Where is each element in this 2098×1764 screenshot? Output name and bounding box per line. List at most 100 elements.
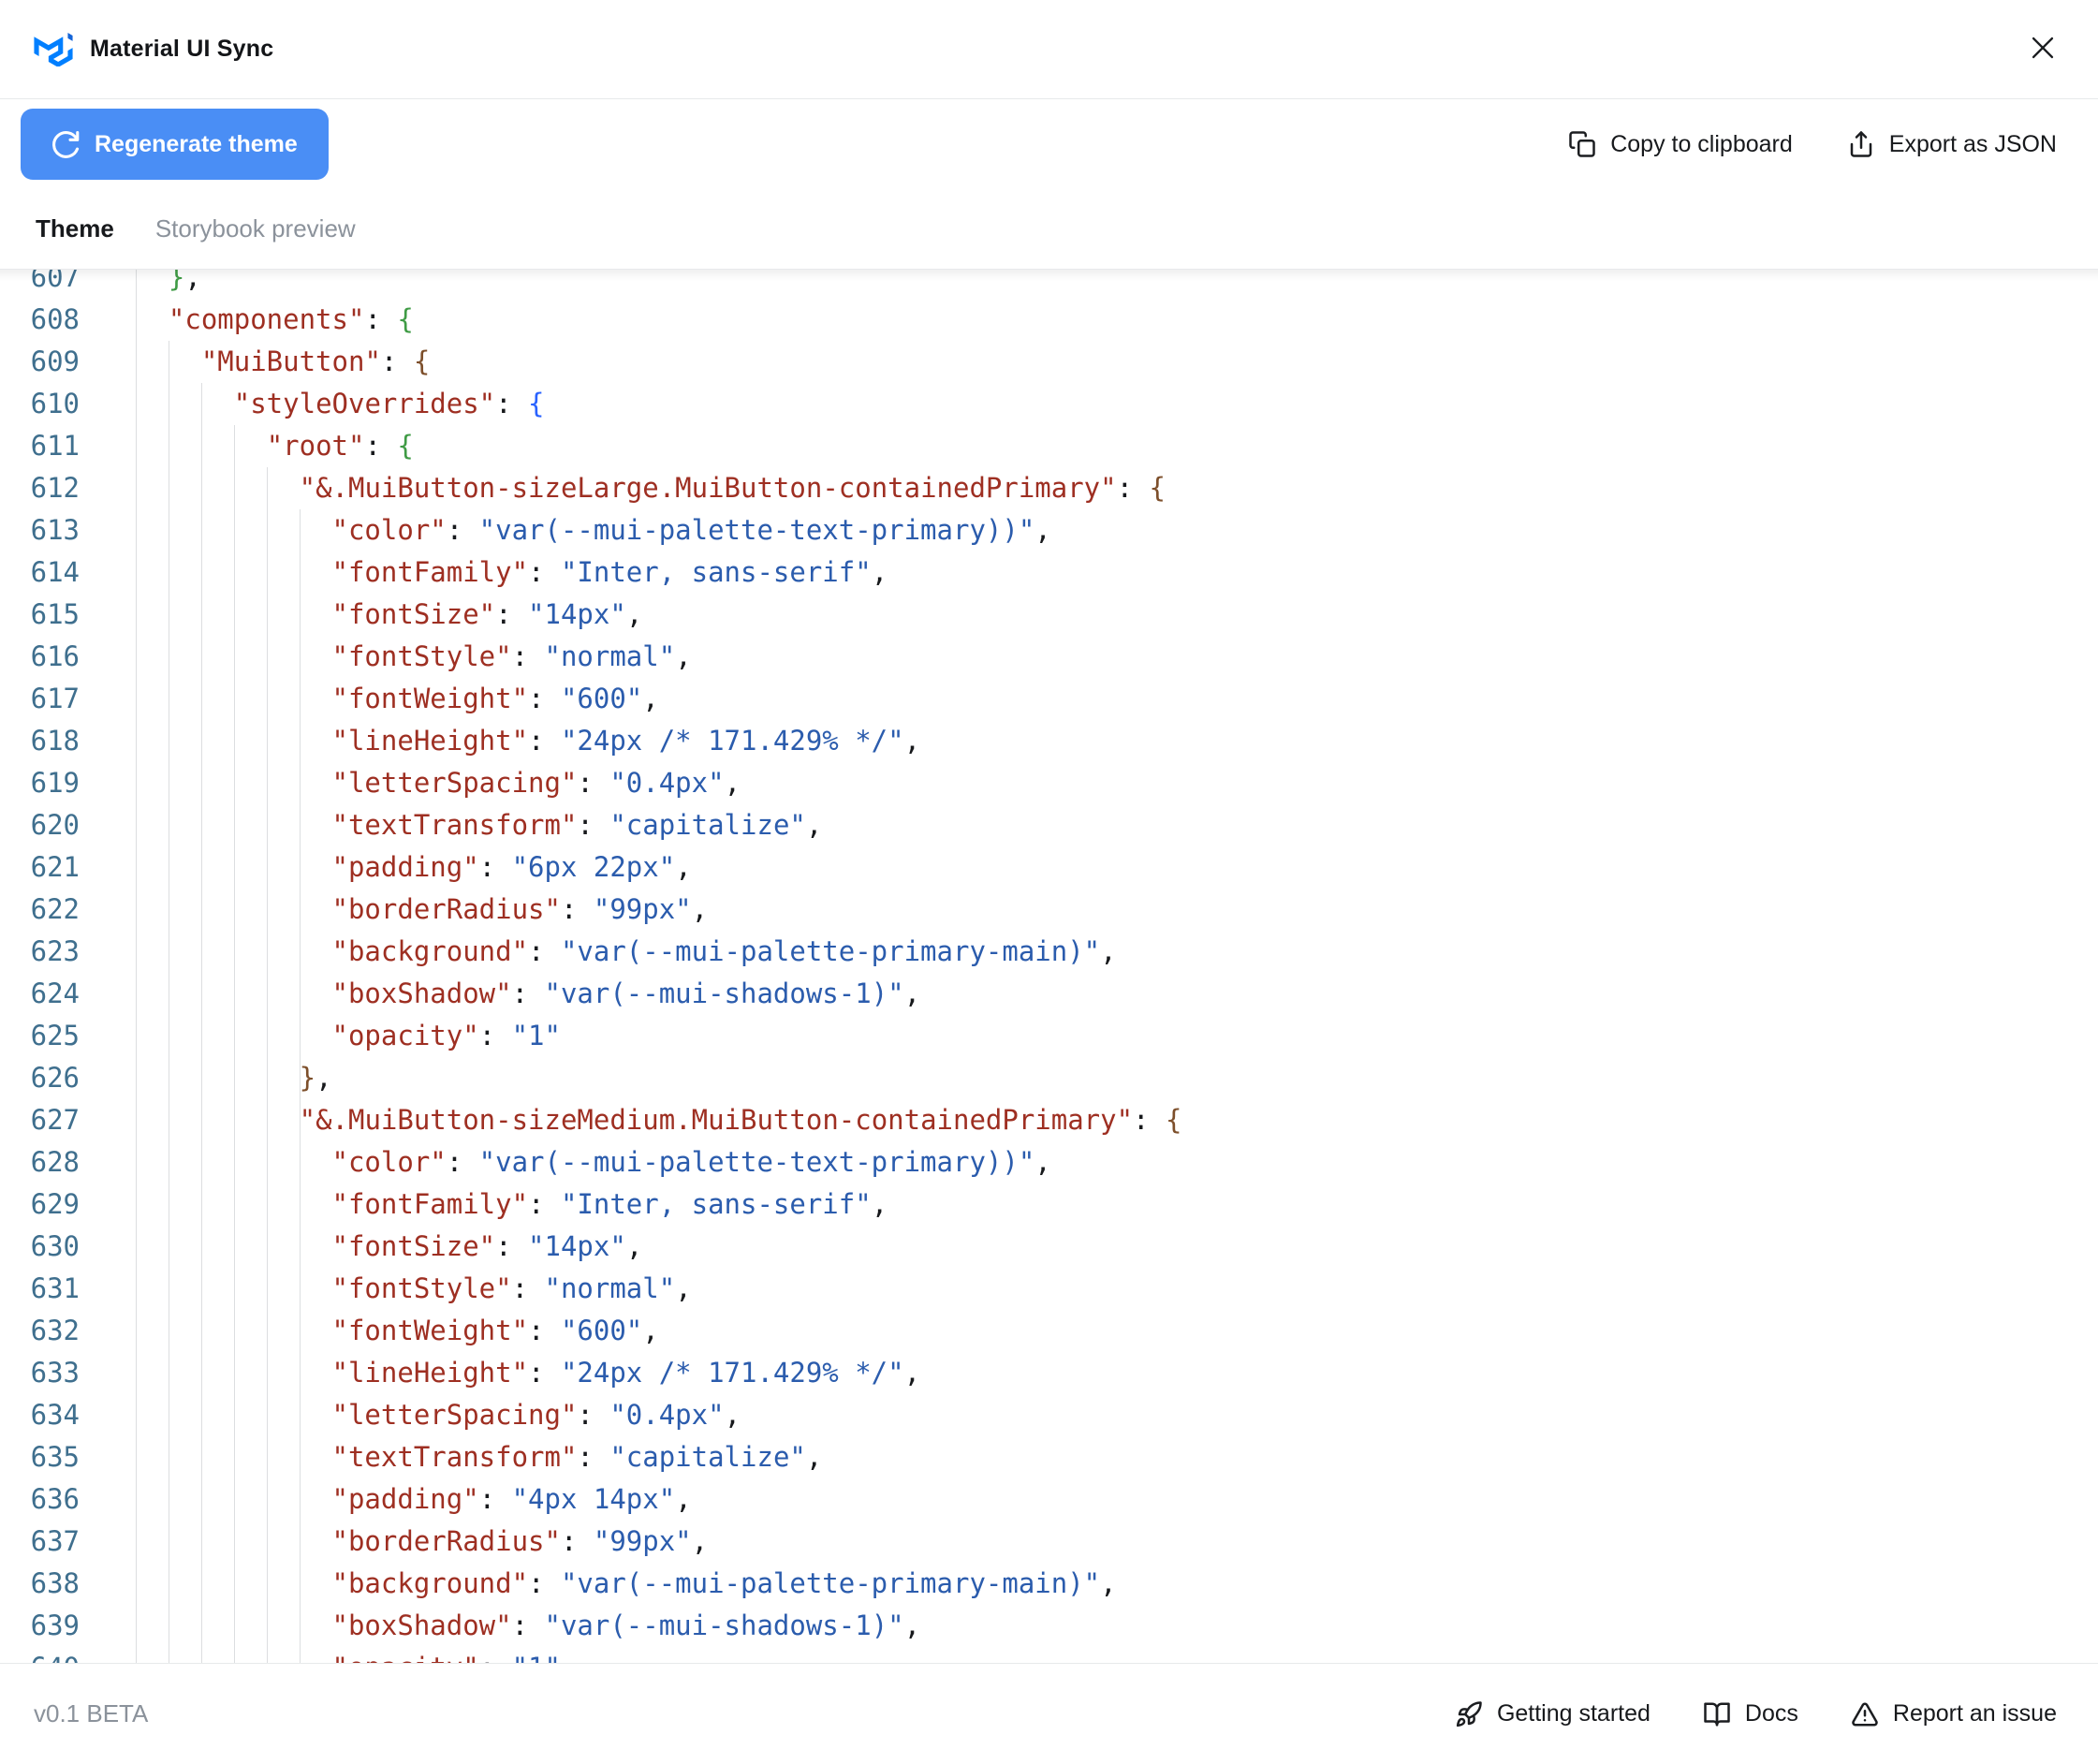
code-line: 631 "fontStyle": "normal", — [0, 1268, 2098, 1310]
line-number: 621 — [30, 851, 80, 883]
line-number: 607 — [30, 270, 80, 293]
tab-theme[interactable]: Theme — [36, 214, 114, 243]
code-line: 620 "textTransform": "capitalize", — [0, 804, 2098, 846]
line-number: 609 — [30, 345, 80, 377]
getting-started-link[interactable]: Getting started — [1455, 1700, 1651, 1728]
code-line: 626 }, — [0, 1057, 2098, 1099]
copy-to-clipboard-button[interactable]: Copy to clipboard — [1568, 130, 1793, 158]
code-line: 629 "fontFamily": "Inter, sans-serif", — [0, 1183, 2098, 1226]
line-number: 613 — [30, 514, 80, 546]
warning-icon — [1851, 1700, 1879, 1728]
getting-started-label: Getting started — [1496, 1700, 1651, 1727]
regenerate-theme-button[interactable]: Regenerate theme — [21, 109, 329, 180]
code-line: 635 "textTransform": "capitalize", — [0, 1436, 2098, 1478]
docs-link[interactable]: Docs — [1703, 1700, 1798, 1728]
line-number: 633 — [30, 1357, 80, 1389]
toolbar-actions: Copy to clipboard Export as JSON — [1568, 130, 2057, 158]
line-number: 625 — [30, 1020, 80, 1051]
line-number: 631 — [30, 1272, 80, 1304]
line-number: 627 — [30, 1104, 80, 1136]
code-line: 616 "fontStyle": "normal", — [0, 636, 2098, 678]
code-line: 638 "background": "var(--mui-palette-pri… — [0, 1563, 2098, 1605]
code-line: 615 "fontSize": "14px", — [0, 594, 2098, 636]
export-icon — [1847, 130, 1875, 158]
line-number: 611 — [30, 430, 80, 462]
code-line: 608 "components": { — [0, 299, 2098, 341]
export-as-json-button[interactable]: Export as JSON — [1847, 130, 2057, 158]
line-number: 608 — [30, 303, 80, 335]
code-line: 619 "letterSpacing": "0.4px", — [0, 762, 2098, 804]
code-line: 630 "fontSize": "14px", — [0, 1226, 2098, 1268]
code-line: 628 "color": "var(--mui-palette-text-pri… — [0, 1141, 2098, 1183]
line-number: 637 — [30, 1525, 80, 1557]
code-line: 623 "background": "var(--mui-palette-pri… — [0, 931, 2098, 973]
material-ui-sync-panel: Material UI Sync Regenerate theme Copy t… — [0, 0, 2098, 1764]
line-number: 626 — [30, 1062, 80, 1094]
line-number: 616 — [30, 640, 80, 672]
header: Material UI Sync — [0, 0, 2098, 99]
toolbar: Regenerate theme Copy to clipboard Expor… — [0, 99, 2098, 189]
line-number: 610 — [30, 388, 80, 419]
line-number: 617 — [30, 683, 80, 714]
rocket-icon — [1455, 1700, 1483, 1728]
code-line: 634 "letterSpacing": "0.4px", — [0, 1394, 2098, 1436]
code-line: 617 "fontWeight": "600", — [0, 678, 2098, 720]
footer-links: Getting started Docs Report an issue — [1455, 1700, 2057, 1728]
code-line: 627 "&.MuiButton-sizeMedium.MuiButton-co… — [0, 1099, 2098, 1141]
copy-icon — [1568, 130, 1596, 158]
close-button[interactable] — [2021, 26, 2064, 72]
line-number: 618 — [30, 725, 80, 757]
code-line: 622 "borderRadius": "99px", — [0, 889, 2098, 931]
code-line: 607 }, — [0, 270, 2098, 299]
code-line: 618 "lineHeight": "24px /* 171.429% */", — [0, 720, 2098, 762]
export-as-json-label: Export as JSON — [1888, 130, 2057, 157]
report-an-issue-label: Report an issue — [1892, 1700, 2057, 1727]
line-number: 629 — [30, 1188, 80, 1220]
line-number: 612 — [30, 472, 80, 504]
copy-to-clipboard-label: Copy to clipboard — [1610, 130, 1793, 157]
code-line: 640 "opacity": "1" — [0, 1647, 2098, 1663]
report-an-issue-link[interactable]: Report an issue — [1851, 1700, 2057, 1728]
code-line: 624 "boxShadow": "var(--mui-shadows-1)", — [0, 973, 2098, 1015]
code-line: 612 "&.MuiButton-sizeLarge.MuiButton-con… — [0, 467, 2098, 509]
code-line: 632 "fontWeight": "600", — [0, 1310, 2098, 1352]
code-line: 613 "color": "var(--mui-palette-text-pri… — [0, 509, 2098, 551]
code-line: 621 "padding": "6px 22px", — [0, 846, 2098, 889]
line-number: 639 — [30, 1610, 80, 1641]
version-badge: v0.1 BETA — [34, 1699, 149, 1727]
line-number: 640 — [0, 1647, 80, 1663]
line-number: 638 — [30, 1567, 80, 1599]
code-line: 609 "MuiButton": { — [0, 341, 2098, 383]
code-line: 639 "boxShadow": "var(--mui-shadows-1)", — [0, 1605, 2098, 1647]
line-number: 615 — [30, 598, 80, 630]
tab-storybook-preview[interactable]: Storybook preview — [155, 214, 356, 243]
line-number: 635 — [30, 1441, 80, 1473]
code-line: 614 "fontFamily": "Inter, sans-serif", — [0, 551, 2098, 594]
line-number: 634 — [30, 1399, 80, 1431]
regenerate-theme-label: Regenerate theme — [95, 130, 298, 157]
book-icon — [1703, 1700, 1731, 1728]
docs-label: Docs — [1744, 1700, 1798, 1727]
line-number: 623 — [30, 935, 80, 967]
line-number: 632 — [30, 1315, 80, 1346]
line-number: 636 — [30, 1483, 80, 1515]
code-line: 636 "padding": "4px 14px", — [0, 1478, 2098, 1521]
line-number: 614 — [30, 556, 80, 588]
line-number: 622 — [30, 893, 80, 925]
code-line: 633 "lineHeight": "24px /* 171.429% */", — [0, 1352, 2098, 1394]
code-line: 625 "opacity": "1" — [0, 1015, 2098, 1057]
code-line: 637 "borderRadius": "99px", — [0, 1521, 2098, 1563]
line-number: 628 — [30, 1146, 80, 1178]
theme-code-editor[interactable]: 607 }, 608 "components": {609 "MuiButton"… — [0, 270, 2098, 1663]
tab-bar: Theme Storybook preview — [0, 189, 2098, 270]
line-number: 630 — [30, 1230, 80, 1262]
line-number: 620 — [30, 809, 80, 841]
refresh-icon — [51, 130, 81, 159]
code-lines: 607 }, 608 "components": {609 "MuiButton"… — [0, 270, 2098, 1663]
code-line: 610 "styleOverrides": { — [0, 383, 2098, 425]
code-line: 611 "root": { — [0, 425, 2098, 467]
line-number: 619 — [30, 767, 80, 799]
line-number: 624 — [30, 978, 80, 1009]
footer: v0.1 BETA Getting started Docs Report an… — [0, 1663, 2098, 1764]
mui-logo-icon — [34, 32, 73, 66]
